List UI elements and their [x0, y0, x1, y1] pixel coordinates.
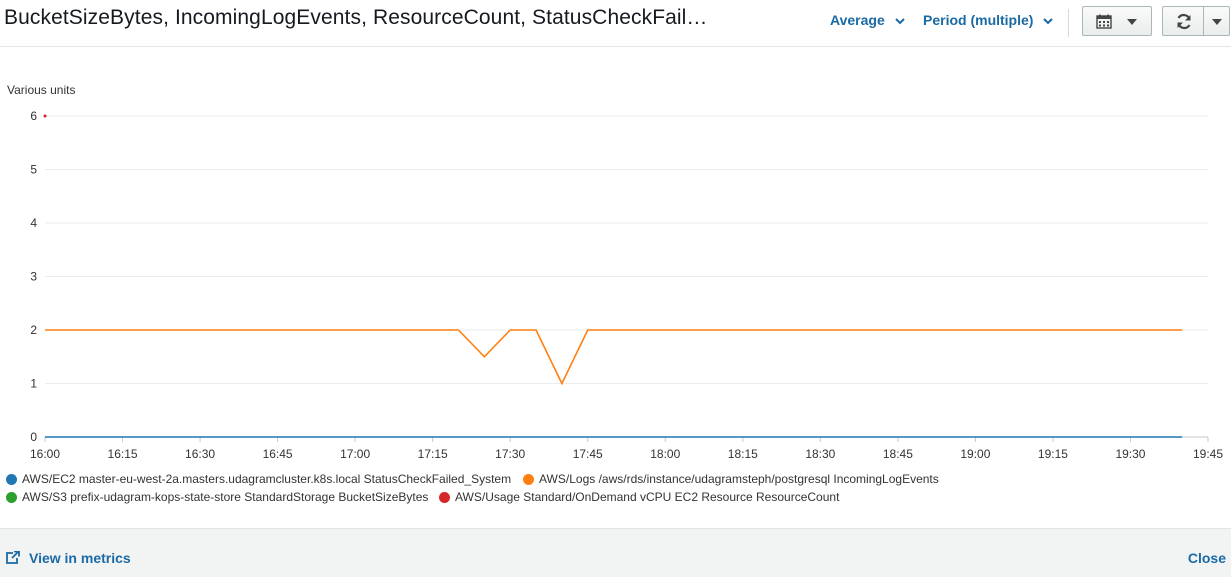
line-chart: Various units 6543210 16:00 16:15 16:30 16:…	[7, 83, 1223, 461]
legend-swatch	[523, 473, 534, 485]
x-tick-label: 16:15	[108, 447, 138, 461]
period-dropdown[interactable]: Period (multiple)	[923, 12, 1054, 28]
series-lines	[43, 114, 1183, 438]
y-tick-label: 4	[30, 216, 37, 230]
chevron-down-icon	[894, 18, 905, 25]
chevron-down-icon	[1043, 18, 1054, 25]
legend-item-ec2[interactable]: AWS/EC2 master-eu-west-2a.masters.udagra…	[6, 472, 511, 486]
widget-title: BucketSizeBytes, IncomingLogEvents, Reso…	[4, 6, 708, 29]
legend-swatch	[6, 473, 17, 485]
time-range-button[interactable]	[1082, 6, 1152, 36]
x-tick-label: 19:15	[1038, 447, 1068, 461]
view-in-metrics-label: View in metrics	[29, 550, 131, 566]
close-label: Close	[1187, 550, 1226, 566]
refresh-icon	[1177, 13, 1191, 30]
series-point	[43, 114, 47, 118]
y-tick-label: 2	[30, 323, 37, 337]
x-tick-label: 19:00	[960, 447, 990, 461]
x-tick-label: 18:15	[728, 447, 758, 461]
statistic-label: Average	[830, 12, 885, 28]
legend-label: AWS/EC2 master-eu-west-2a.masters.udagra…	[22, 472, 512, 486]
period-label: Period (multiple)	[923, 12, 1034, 28]
widget-footer: View in metrics Close	[0, 528, 1231, 577]
y-tick-label: 0	[30, 430, 37, 444]
chart-area: Various units 6543210 16:00 16:15 16:30 16:…	[0, 47, 1231, 527]
header-divider	[1068, 9, 1069, 37]
x-tick-label: 17:30	[495, 447, 525, 461]
caret-down-icon	[1127, 19, 1137, 25]
x-tick-label: 16:00	[30, 447, 60, 461]
x-tick-label: 16:45	[263, 447, 293, 461]
x-tick-label: 16:30	[185, 447, 215, 461]
widget-header: BucketSizeBytes, IncomingLogEvents, Reso…	[0, 0, 1231, 47]
x-tick-label: 17:15	[418, 447, 448, 461]
x-axis-ticks: 16:00 16:15 16:30 16:45 17:00 17:15 17:30 17:45…	[30, 436, 1223, 461]
x-tick-label: 19:30	[1115, 447, 1145, 461]
grid-lines	[45, 115, 1208, 384]
x-tick-label: 18:00	[650, 447, 680, 461]
view-in-metrics-link[interactable]: View in metrics	[5, 550, 131, 566]
statistic-dropdown[interactable]: Average	[830, 12, 905, 28]
refresh-button[interactable]	[1162, 6, 1230, 36]
y-axis-ticks: 6 5 4 3 2 1 0	[30, 109, 37, 444]
legend-label: AWS/S3 prefix-udagram-kops-state-store S…	[22, 490, 429, 504]
x-tick-label: 18:45	[883, 447, 913, 461]
y-tick-label: 5	[30, 163, 37, 177]
x-tick-label: 18:30	[805, 447, 835, 461]
y-tick-label: 6	[30, 109, 37, 123]
close-link[interactable]: Close	[1188, 550, 1226, 566]
external-link-icon	[6, 551, 20, 564]
calendar-icon	[1096, 14, 1112, 29]
legend-swatch	[439, 491, 450, 503]
legend-label: AWS/Usage Standard/OnDemand vCPU EC2 Res…	[455, 490, 840, 504]
button-divider	[1203, 7, 1204, 35]
legend-item-logs[interactable]: AWS/Logs /aws/rds/instance/udagramsteph/…	[523, 472, 939, 486]
x-tick-label: 19:45	[1193, 447, 1223, 461]
legend-item-s3[interactable]: AWS/S3 prefix-udagram-kops-state-store S…	[6, 490, 428, 504]
caret-down-icon[interactable]	[1212, 19, 1222, 25]
legend-item-usage[interactable]: AWS/Usage Standard/OnDemand vCPU EC2 Res…	[439, 490, 839, 504]
legend-label: AWS/Logs /aws/rds/instance/udagramsteph/…	[539, 472, 939, 486]
y-tick-label: 3	[30, 270, 37, 284]
x-tick-label: 17:00	[340, 447, 370, 461]
y-axis-label: Various units	[7, 83, 75, 97]
x-tick-label: 17:45	[573, 447, 603, 461]
legend-swatch	[6, 491, 17, 503]
y-tick-label: 1	[30, 377, 37, 391]
series-line	[45, 329, 1183, 386]
